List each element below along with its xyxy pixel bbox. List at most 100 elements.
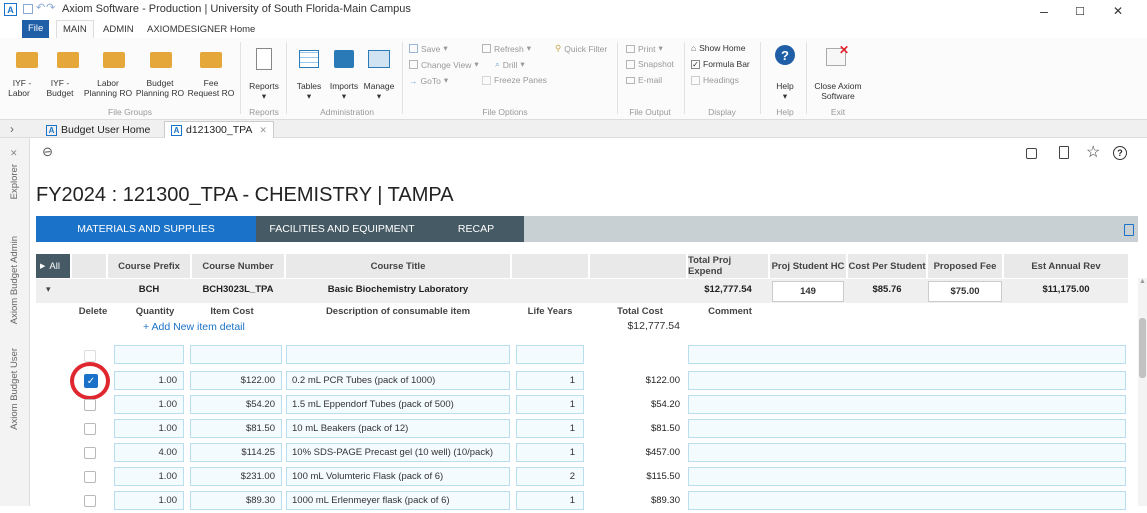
life-years-input[interactable]: 1: [516, 419, 584, 438]
expand-chevron-icon[interactable]: ›: [10, 122, 14, 136]
collapse-row-icon[interactable]: ▾: [46, 284, 51, 295]
change-view-button[interactable]: Change View ▾: [409, 59, 479, 70]
vertical-scrollbar[interactable]: ▲: [1138, 278, 1147, 506]
snapshot-button[interactable]: Snapshot: [626, 59, 674, 69]
quantity-input[interactable]: 1.00: [114, 395, 184, 414]
show-home-button[interactable]: ⌂ Show Home: [691, 43, 745, 53]
print-button[interactable]: Print ▾: [626, 43, 663, 54]
refresh-button[interactable]: Refresh ▾: [482, 43, 531, 54]
axiom-budget-admin-tab[interactable]: Axiom Budget Admin: [9, 236, 20, 324]
menu-admin[interactable]: ADMIN: [97, 22, 140, 37]
delete-checkbox[interactable]: [84, 423, 96, 435]
description-input[interactable]: 1000 mL Erlenmeyer flask (pack of 6): [286, 491, 510, 510]
fee-request-button[interactable]: Fee Request RO: [186, 78, 236, 98]
favorite-star-icon[interactable]: ☆: [1086, 142, 1100, 162]
life-years-input[interactable]: 1: [516, 443, 584, 462]
add-new-item-link[interactable]: + Add New item detail: [143, 321, 245, 333]
formula-bar-checkbox[interactable]: ✓ Formula Bar: [691, 59, 750, 69]
goto-button[interactable]: → GoTo ▾: [409, 75, 448, 86]
tab-materials-and-supplies[interactable]: MATERIALS AND SUPPLIES: [36, 216, 256, 242]
headings-checkbox[interactable]: Headings: [691, 75, 739, 85]
new-life-years-input[interactable]: [516, 345, 584, 364]
description-input[interactable]: 0.2 mL PCR Tubes (pack of 1000): [286, 371, 510, 390]
new-row-checkbox[interactable]: [84, 350, 96, 362]
comment-input[interactable]: [688, 419, 1126, 438]
help-circle-icon[interactable]: ?: [1113, 146, 1127, 160]
imports-button[interactable]: Imports ▾: [326, 81, 362, 101]
new-item-cost-input[interactable]: [190, 345, 282, 364]
new-comment-input[interactable]: [688, 345, 1126, 364]
redo-icon[interactable]: ↷: [46, 1, 55, 14]
delete-checkbox[interactable]: [84, 447, 96, 459]
quantity-input[interactable]: 1.00: [114, 419, 184, 438]
save-doc-icon[interactable]: [1026, 148, 1037, 159]
description-input[interactable]: 1.5 mL Eppendorf Tubes (pack of 500): [286, 395, 510, 414]
tab-facilities-and-equipment[interactable]: FACILITIES AND EQUIPMENT: [256, 216, 428, 242]
life-years-input[interactable]: 2: [516, 467, 584, 486]
tab-d121300-tpa[interactable]: A d121300_TPA ✕: [164, 121, 274, 138]
proj-student-hc-input[interactable]: 149: [772, 281, 844, 302]
delete-checkbox[interactable]: [84, 399, 96, 411]
item-cost-input[interactable]: $81.50: [190, 419, 282, 438]
email-button[interactable]: E-mail: [626, 75, 662, 85]
close-axiom-button[interactable]: Close Axiom Software: [810, 81, 866, 101]
description-input[interactable]: 10% SDS-PAGE Precast gel (10 well) (10/p…: [286, 443, 510, 462]
delete-checkbox[interactable]: [84, 471, 96, 483]
comment-input[interactable]: [688, 395, 1126, 414]
labor-planning-button[interactable]: Labor Planning RO: [82, 78, 134, 98]
document-icon[interactable]: [1059, 146, 1069, 159]
item-cost-input[interactable]: $122.00: [190, 371, 282, 390]
menu-file[interactable]: File: [22, 20, 50, 38]
budget-planning-button[interactable]: Budget Planning RO: [134, 78, 186, 98]
comment-input[interactable]: [688, 443, 1126, 462]
description-input[interactable]: 10 mL Beakers (pack of 12): [286, 419, 510, 438]
tab-close-icon[interactable]: ✕: [259, 125, 267, 136]
life-years-input[interactable]: 1: [516, 395, 584, 414]
new-quantity-input[interactable]: [114, 345, 184, 364]
description-input[interactable]: 100 mL Volumteric Flask (pack of 6): [286, 467, 510, 486]
quantity-input[interactable]: 1.00: [114, 467, 184, 486]
minimize-button[interactable]: –: [1026, 0, 1062, 22]
quantity-input[interactable]: 1.00: [114, 491, 184, 510]
col-all[interactable]: ▶ All: [36, 254, 70, 278]
comment-input[interactable]: [688, 467, 1126, 486]
help-button[interactable]: Help ▾: [766, 81, 804, 101]
life-years-input[interactable]: 1: [516, 371, 584, 390]
menu-axiomdesigner[interactable]: AXIOMDESIGNER: [141, 22, 233, 37]
tab-recap[interactable]: RECAP: [428, 216, 524, 242]
export-excel-icon[interactable]: [1124, 224, 1134, 236]
explorer-close-icon[interactable]: ✕: [10, 148, 18, 159]
save-button[interactable]: Save ▾: [409, 43, 448, 54]
scrollbar-thumb[interactable]: [1139, 318, 1146, 378]
tab-budget-user-home[interactable]: A Budget User Home: [40, 122, 156, 138]
close-button[interactable]: ✕: [1100, 0, 1136, 22]
attachment-icon[interactable]: ⊘: [38, 142, 57, 161]
axiom-budget-user-tab[interactable]: Axiom Budget User: [9, 348, 20, 430]
reports-button[interactable]: Reports ▾: [246, 81, 282, 101]
undo-icon[interactable]: ↶: [36, 1, 45, 14]
freeze-panes-button[interactable]: Freeze Panes: [482, 75, 547, 85]
quick-save-icon[interactable]: [23, 4, 33, 14]
item-cost-input[interactable]: $114.25: [190, 443, 282, 462]
menu-home[interactable]: Home: [224, 22, 261, 37]
quick-filter-button[interactable]: ⚲ Quick Filter: [555, 43, 607, 54]
drill-button[interactable]: ⌕ Drill ▾: [495, 59, 525, 70]
delete-checkbox[interactable]: [84, 495, 96, 507]
new-description-input[interactable]: [286, 345, 510, 364]
quantity-input[interactable]: 1.00: [114, 371, 184, 390]
iyf-labor-button[interactable]: IYF - Labor: [4, 78, 40, 98]
item-cost-input[interactable]: $54.20: [190, 395, 282, 414]
item-cost-input[interactable]: $231.00: [190, 467, 282, 486]
menu-main[interactable]: MAIN: [56, 20, 94, 38]
iyf-budget-button[interactable]: IYF - Budget: [40, 78, 80, 98]
manage-button[interactable]: Manage ▾: [360, 81, 398, 101]
life-years-input[interactable]: 1: [516, 491, 584, 510]
item-cost-input[interactable]: $89.30: [190, 491, 282, 510]
comment-input[interactable]: [688, 371, 1126, 390]
comment-input[interactable]: [688, 491, 1126, 510]
quantity-input[interactable]: 4.00: [114, 443, 184, 462]
maximize-button[interactable]: ☐: [1062, 0, 1098, 22]
proposed-fee-input[interactable]: $75.00: [928, 281, 1002, 302]
scroll-up-arrow-icon[interactable]: ▲: [1139, 278, 1146, 285]
explorer-tab[interactable]: Explorer: [9, 164, 20, 199]
